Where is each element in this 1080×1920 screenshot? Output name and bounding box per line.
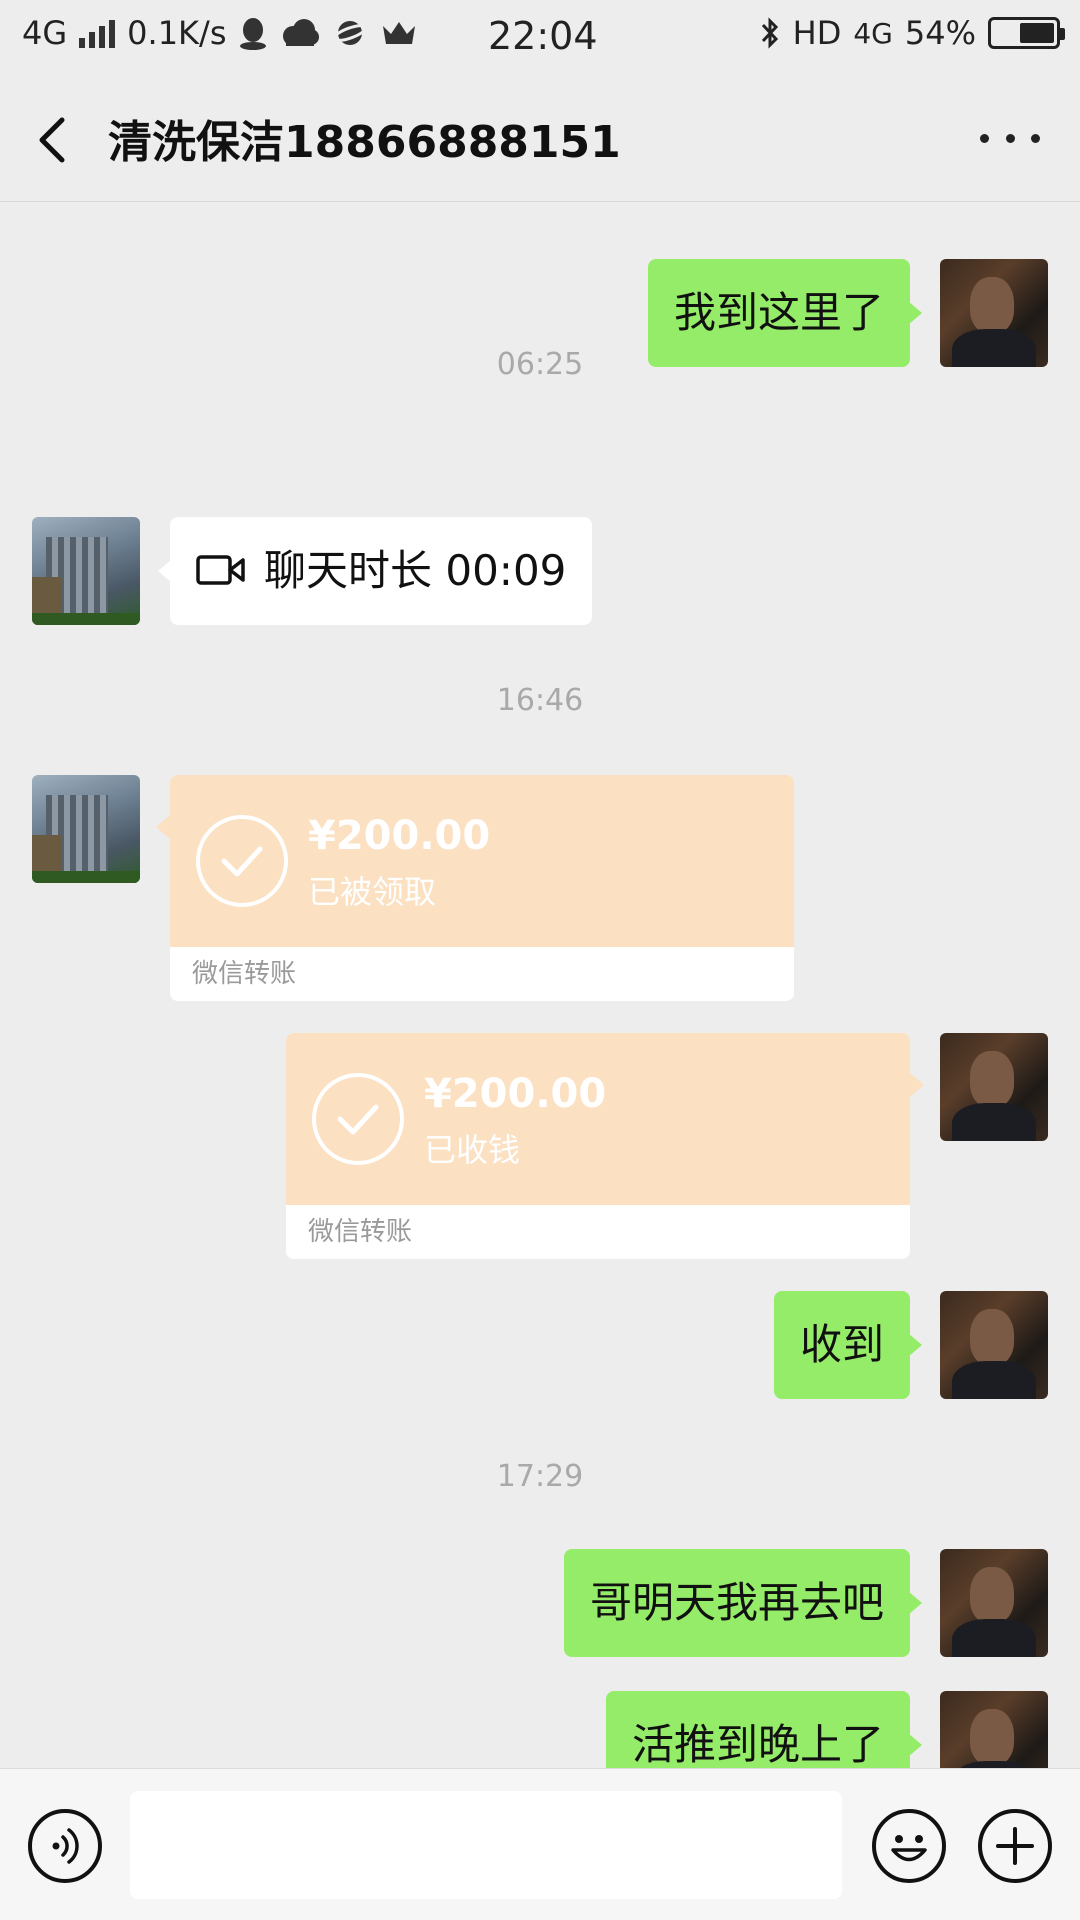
video-call-icon <box>196 554 245 585</box>
transfer-amount: ¥200.00 <box>308 813 491 859</box>
more-button[interactable] <box>980 118 1040 158</box>
clock: 22:04 <box>488 14 598 58</box>
battery-icon <box>988 17 1065 49</box>
check-circle-icon <box>196 815 288 907</box>
transfer-label: 微信转账 <box>286 1205 910 1259</box>
message-text: 我到这里了 <box>673 288 884 337</box>
status-left: 4G 0.1K/s <box>22 14 418 52</box>
bubble-tail <box>910 1073 924 1097</box>
transfer-card-received[interactable]: ¥200.00 已被领取 微信转账 <box>170 775 794 1001</box>
voice-button[interactable] <box>28 1809 102 1883</box>
more-dot <box>980 133 989 143</box>
status-bar: 4G 0.1K/s 22:04 HD 4G 54% <box>0 0 1080 72</box>
more-dot <box>1031 133 1040 143</box>
network-speed: 0.1K/s <box>127 14 227 52</box>
input-bar <box>0 1768 1080 1920</box>
call-record-bubble[interactable]: 聊天时长 00:09 <box>157 517 593 625</box>
more-functions-button[interactable] <box>978 1809 1052 1883</box>
chat-area[interactable]: 我到这里了 06:25 聊天时长 00:09 16:46 ¥200.00 已被领… <box>0 203 1080 1768</box>
battery-percent: 54% <box>904 14 976 52</box>
chat-header: 清洗保洁18866888151 <box>0 72 1080 202</box>
transfer-card-top: ¥200.00 已收钱 <box>286 1033 910 1205</box>
qq-icon <box>240 18 267 50</box>
plus-icon <box>996 1827 1034 1865</box>
bubble-tail <box>156 815 170 839</box>
emoji-button[interactable] <box>872 1809 946 1883</box>
transfer-amount: ¥200.00 <box>424 1071 607 1117</box>
timestamp: 16:46 <box>496 683 584 718</box>
more-dot <box>1005 133 1015 143</box>
bluetooth-icon <box>761 17 778 49</box>
timestamp: 17:29 <box>496 1459 584 1494</box>
transfer-label: 微信转账 <box>170 947 794 1001</box>
transfer-card-top: ¥200.00 已被领取 <box>170 775 794 947</box>
signal-icon <box>79 18 116 48</box>
planet-icon <box>332 21 369 45</box>
transfer-status: 已被领取 <box>308 873 437 911</box>
message-bubble[interactable]: 收到 <box>773 1291 923 1399</box>
cloud-icon <box>283 19 320 46</box>
crown-icon <box>383 22 416 44</box>
transfer-status: 已收钱 <box>424 1131 521 1169</box>
message-bubble[interactable]: 哥明天我再去吧 <box>563 1549 923 1657</box>
message-text: 收到 <box>799 1320 884 1369</box>
call-duration-text: 聊天时长 00:09 <box>264 546 567 595</box>
check-circle-icon <box>312 1073 404 1165</box>
voice-icon <box>52 1828 79 1864</box>
message-bubble[interactable]: 活推到晚上了 <box>605 1691 923 1768</box>
network-type: 4G <box>22 14 68 52</box>
timestamp: 06:25 <box>496 347 584 382</box>
status-right: HD 4G 54% <box>759 14 1065 52</box>
my-avatar[interactable] <box>940 1291 1048 1399</box>
message-input[interactable] <box>130 1791 842 1899</box>
my-avatar[interactable] <box>940 1033 1048 1141</box>
back-button[interactable] <box>30 110 80 170</box>
contact-avatar[interactable] <box>32 775 140 883</box>
message-text: 活推到晚上了 <box>631 1720 884 1768</box>
transfer-card-sent[interactable]: ¥200.00 已收钱 微信转账 <box>286 1033 910 1259</box>
chevron-left-icon <box>39 117 65 163</box>
smiley-icon <box>891 1835 927 1862</box>
my-avatar[interactable] <box>940 1549 1048 1657</box>
network-type-right: 4G <box>853 16 893 50</box>
contact-avatar[interactable] <box>32 517 140 625</box>
chat-title: 清洗保洁18866888151 <box>108 117 621 168</box>
hd-label: HD <box>792 14 842 52</box>
message-text: 哥明天我再去吧 <box>589 1578 884 1627</box>
my-avatar[interactable] <box>940 1691 1048 1768</box>
